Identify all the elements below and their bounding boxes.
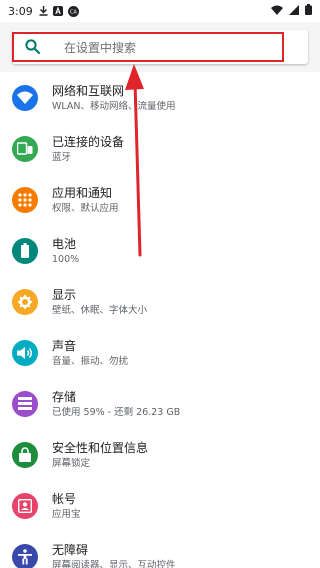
search-input[interactable]: 在设置中搜索 [12,30,308,64]
svg-text:CA: CA [70,9,77,15]
settings-item-title: 显示 [52,287,77,302]
volume-icon [12,339,38,366]
account-icon [12,492,38,519]
status-time: 3:09 [8,4,33,18]
settings-item-subtitle: WLAN、移动网络、流量使用 [52,100,176,112]
settings-item-title: 应用和通知 [52,185,113,200]
battery-icon [12,237,38,264]
settings-item-title: 存储 [52,389,77,404]
settings-item-storage[interactable]: 存储 已使用 59% - 还剩 26.23 GB [0,378,320,429]
search-bar-container: 在设置中搜索 [0,22,320,72]
settings-item-subtitle: 蓝牙 [52,151,72,163]
settings-item-subtitle: 应用宝 [52,508,81,520]
status-right-icons [271,4,312,18]
wifi-icon [12,84,38,111]
search-icon [24,38,42,56]
settings-item-subtitle: 屏幕锁定 [52,457,91,469]
download-icon [39,6,48,16]
settings-item-subtitle: 权限、默认应用 [52,202,119,214]
settings-item-accounts[interactable]: 帐号 应用宝 [0,480,320,531]
accessibility-icon [12,543,38,568]
signal-icon [289,4,299,18]
settings-item-connected-devices[interactable]: 已连接的设备 蓝牙 [0,123,320,174]
apps-icon [12,186,38,213]
settings-item-apps[interactable]: 应用和通知 权限、默认应用 [0,174,320,225]
lock-icon [12,441,38,468]
settings-item-subtitle: 音量、振动、勿扰 [52,355,129,367]
settings-item-subtitle: 已使用 59% - 还剩 26.23 GB [52,406,181,418]
settings-item-title: 帐号 [52,491,77,506]
settings-item-subtitle: 壁纸、休眠、字体大小 [52,304,148,316]
wifi-icon [271,5,283,18]
status-bar: 3:09 CA [0,0,320,22]
settings-list: 网络和互联网 WLAN、移动网络、流量使用 已连接的设备 蓝牙 应用和通知 权限… [0,72,320,568]
settings-item-title: 电池 [52,236,77,251]
ca-badge-icon: CA [67,5,79,17]
settings-item-subtitle: 屏幕阅读器、显示、互动控件 [52,559,176,568]
settings-item-accessibility[interactable]: 无障碍 屏幕阅读器、显示、互动控件 [0,531,320,568]
settings-item-title: 网络和互联网 [52,83,125,98]
settings-item-subtitle: 100% [52,253,80,265]
settings-item-title: 声音 [52,338,77,353]
settings-item-title: 已连接的设备 [52,134,125,149]
devices-icon [12,135,38,162]
settings-item-security[interactable]: 安全性和位置信息 屏幕锁定 [0,429,320,480]
storage-icon [12,390,38,417]
brightness-icon [12,288,38,315]
a-badge-icon [52,6,63,16]
settings-item-display[interactable]: 显示 壁纸、休眠、字体大小 [0,276,320,327]
battery-icon [305,4,312,18]
settings-item-title: 安全性和位置信息 [52,440,149,455]
search-placeholder: 在设置中搜索 [64,40,137,55]
settings-item-battery[interactable]: 电池 100% [0,225,320,276]
settings-item-sound[interactable]: 声音 音量、振动、勿扰 [0,327,320,378]
settings-item-title: 无障碍 [52,542,89,557]
settings-item-network[interactable]: 网络和互联网 WLAN、移动网络、流量使用 [0,72,320,123]
